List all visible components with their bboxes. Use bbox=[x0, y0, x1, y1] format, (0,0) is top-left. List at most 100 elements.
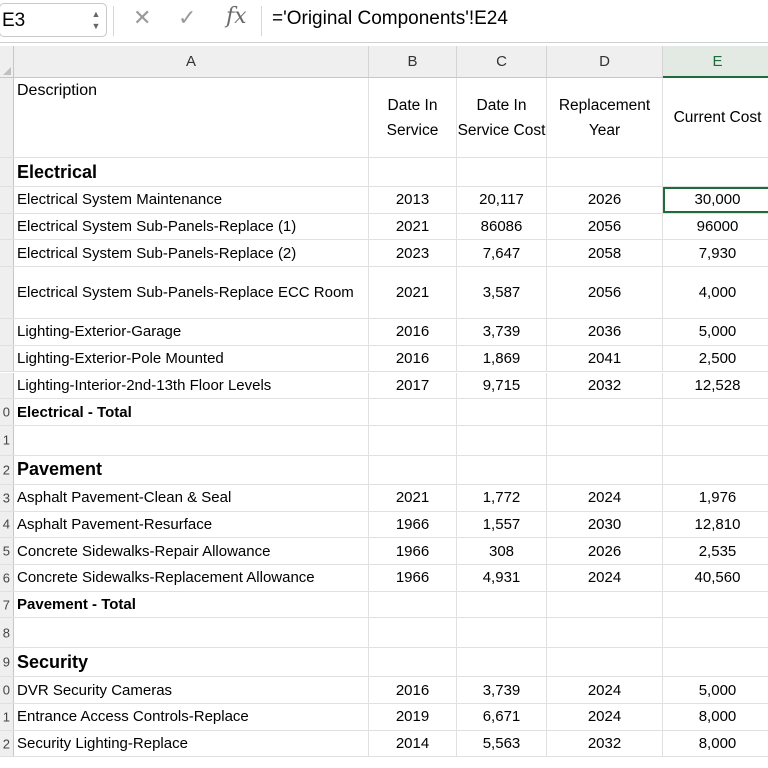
cell-date-in-service-cost[interactable]: 20,117 bbox=[457, 187, 547, 213]
cell-replacement-year[interactable] bbox=[547, 158, 663, 186]
row-header[interactable]: 2 bbox=[0, 455, 14, 484]
cell-current-cost[interactable]: 5,000 bbox=[663, 319, 768, 345]
cell-current-cost[interactable]: 2,535 bbox=[663, 538, 768, 564]
cell-replacement-year[interactable]: 2026 bbox=[547, 187, 663, 213]
cell-description[interactable]: Electrical System Sub-Panels-Replace ECC… bbox=[14, 267, 369, 319]
cell-replacement-year[interactable]: 2032 bbox=[547, 730, 663, 757]
row-header[interactable]: 8 bbox=[0, 618, 14, 648]
cell-description[interactable]: Pavement - Total bbox=[14, 591, 369, 618]
row-header[interactable]: 1 bbox=[0, 704, 14, 730]
row-header[interactable]: 1 bbox=[0, 425, 14, 455]
cell-date-in-service[interactable] bbox=[369, 158, 457, 186]
column-header-a[interactable]: A bbox=[14, 46, 369, 78]
column-header-b[interactable]: B bbox=[369, 46, 457, 78]
confirm-icon[interactable]: ✓ bbox=[178, 5, 196, 31]
cell-replacement-year[interactable] bbox=[547, 591, 663, 618]
row-header[interactable]: 0 bbox=[0, 677, 14, 704]
cell-date-in-service[interactable]: 2021 bbox=[369, 267, 457, 319]
cell-description[interactable]: Concrete Sidewalks-Repair Allowance bbox=[14, 538, 369, 564]
cell-current-cost[interactable] bbox=[663, 426, 768, 455]
cell-date-in-service-cost[interactable]: 9,715 bbox=[457, 372, 547, 399]
cell-current-cost[interactable] bbox=[663, 158, 768, 186]
cell-date-in-service[interactable]: 2017 bbox=[369, 372, 457, 399]
cell-date-in-service[interactable]: 2014 bbox=[369, 730, 457, 757]
cell-current-cost[interactable]: 40,560 bbox=[663, 565, 768, 591]
cell-current-cost[interactable]: 8,000 bbox=[663, 731, 768, 757]
cell-description[interactable]: Lighting-Exterior-Pole Mounted bbox=[14, 345, 369, 372]
cell-date-in-service-cost[interactable]: 1,557 bbox=[457, 511, 547, 538]
cell-description[interactable]: Asphalt Pavement-Clean & Seal bbox=[14, 484, 369, 511]
cell-date-in-service[interactable] bbox=[369, 425, 457, 455]
cell-date-in-service[interactable] bbox=[369, 618, 457, 648]
cell-description[interactable]: Electrical System Sub-Panels-Replace (1) bbox=[14, 213, 369, 240]
cell-date-in-service-cost[interactable]: 3,739 bbox=[457, 677, 547, 704]
cell-replacement-year[interactable] bbox=[547, 648, 663, 677]
cell-replacement-year[interactable]: 2036 bbox=[547, 319, 663, 345]
cell-date-in-service[interactable]: 1966 bbox=[369, 565, 457, 591]
cell-current-cost[interactable]: 7,930 bbox=[663, 240, 768, 266]
cell-current-cost[interactable]: 5,000 bbox=[663, 677, 768, 703]
row-header[interactable] bbox=[0, 267, 14, 319]
row-header[interactable]: 5 bbox=[0, 538, 14, 564]
cell-date-in-service[interactable]: 2013 bbox=[369, 187, 457, 213]
cell-date-in-service-cost[interactable] bbox=[457, 455, 547, 484]
cell-date-in-service-cost[interactable]: 86086 bbox=[457, 213, 547, 240]
cell-description[interactable]: Asphalt Pavement-Resurface bbox=[14, 511, 369, 538]
cell-date-in-service[interactable]: 1966 bbox=[369, 511, 457, 538]
cell-date-in-service-cost[interactable] bbox=[457, 648, 547, 677]
row-header[interactable] bbox=[0, 345, 14, 372]
cell-replacement-year[interactable]: 2032 bbox=[547, 372, 663, 399]
cell-date-in-service[interactable]: 1966 bbox=[369, 538, 457, 564]
cell-current-cost[interactable] bbox=[663, 618, 768, 647]
row-header[interactable]: 7 bbox=[0, 591, 14, 618]
cell-current-cost[interactable]: 2,500 bbox=[663, 346, 768, 372]
cell-description[interactable]: Electrical System Sub-Panels-Replace (2) bbox=[14, 240, 369, 267]
row-header[interactable]: 2 bbox=[0, 730, 14, 757]
cell-date-in-service-cost[interactable]: 5,563 bbox=[457, 730, 547, 757]
select-all-corner[interactable] bbox=[0, 46, 14, 78]
row-header[interactable]: 4 bbox=[0, 511, 14, 538]
row-header[interactable]: 6 bbox=[0, 565, 14, 591]
cell-date-in-service-cost[interactable] bbox=[457, 618, 547, 648]
cell-date-in-service-cost[interactable]: 7,647 bbox=[457, 240, 547, 267]
cell-description[interactable]: Concrete Sidewalks-Replacement Allowance bbox=[14, 565, 369, 591]
cell-current-cost[interactable]: 4,000 bbox=[663, 267, 768, 318]
chevron-up-icon[interactable]: ▲ bbox=[90, 8, 102, 20]
cancel-icon[interactable]: ✕ bbox=[133, 5, 151, 31]
name-box[interactable]: E3 ▲ ▼ bbox=[0, 3, 107, 37]
row-header[interactable] bbox=[0, 158, 14, 186]
cell-description[interactable]: Electrical System Maintenance bbox=[14, 187, 369, 213]
cell-current-cost[interactable] bbox=[663, 456, 768, 484]
cell-date-in-service-cost[interactable] bbox=[457, 158, 547, 186]
header-replacement-year[interactable]: Replacement Year bbox=[547, 78, 663, 157]
row-header[interactable]: 0 bbox=[0, 399, 14, 425]
cell-description[interactable]: Security Lighting-Replace bbox=[14, 730, 369, 757]
cell-date-in-service-cost[interactable]: 3,739 bbox=[457, 319, 547, 345]
cell-description[interactable]: Electrical - Total bbox=[14, 399, 369, 425]
column-header-c[interactable]: C bbox=[457, 46, 547, 78]
cell-date-in-service[interactable] bbox=[369, 648, 457, 677]
column-header-e[interactable]: E bbox=[663, 46, 768, 78]
cell-date-in-service[interactable]: 2019 bbox=[369, 704, 457, 730]
header-description[interactable]: Description bbox=[14, 78, 369, 157]
row-header[interactable] bbox=[0, 319, 14, 345]
header-date-in-service-cost[interactable]: Date In Service Cost bbox=[457, 78, 547, 157]
cell-current-cost[interactable]: 8,000 bbox=[663, 704, 768, 730]
cell-replacement-year[interactable]: 2024 bbox=[547, 565, 663, 591]
cell-date-in-service[interactable]: 2021 bbox=[369, 484, 457, 511]
cell-description[interactable]: Lighting-Interior-2nd-13th Floor Levels bbox=[14, 372, 369, 399]
cell-replacement-year[interactable]: 2024 bbox=[547, 704, 663, 730]
cell-current-cost[interactable]: 96000 bbox=[663, 214, 768, 240]
cell-description[interactable]: Lighting-Exterior-Garage bbox=[14, 319, 369, 345]
cell-description[interactable]: Entrance Access Controls-Replace bbox=[14, 704, 369, 730]
cell-replacement-year[interactable] bbox=[547, 399, 663, 425]
row-header[interactable] bbox=[0, 187, 14, 213]
cell-description[interactable]: DVR Security Cameras bbox=[14, 677, 369, 704]
cell-replacement-year[interactable] bbox=[547, 618, 663, 648]
cell-date-in-service-cost[interactable]: 1,869 bbox=[457, 345, 547, 372]
cell-date-in-service-cost[interactable]: 1,772 bbox=[457, 484, 547, 511]
header-date-in-service[interactable]: Date In Service bbox=[369, 78, 457, 157]
cell-date-in-service-cost[interactable]: 308 bbox=[457, 538, 547, 564]
cell-current-cost[interactable] bbox=[663, 648, 768, 676]
cell-replacement-year[interactable]: 2056 bbox=[547, 267, 663, 319]
